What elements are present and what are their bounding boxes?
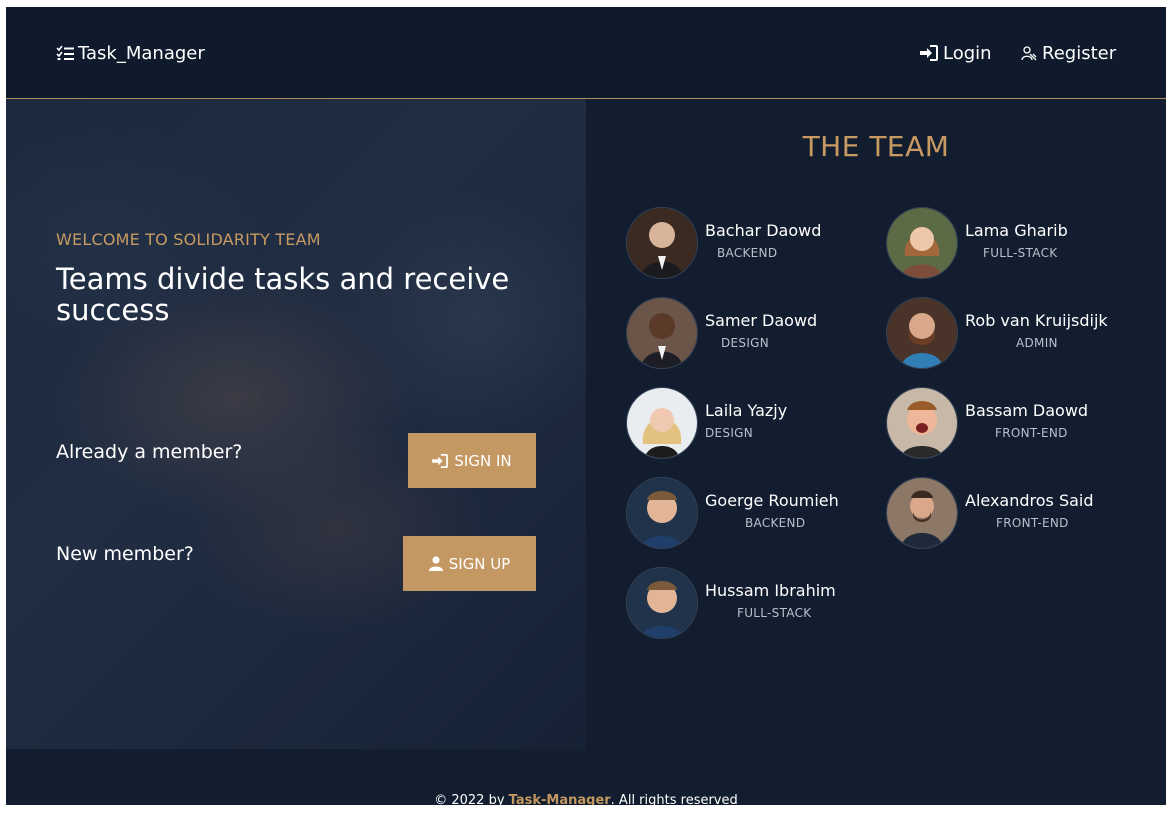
member-name: Laila Yazjy [705,401,788,420]
member-role: FULL-STACK [737,606,812,620]
user-plus-icon [1021,46,1037,61]
brand-label: Task_Manager [78,42,205,64]
avatar [886,477,958,549]
new-member-prompt: New member? [56,543,194,565]
team-section: THE TEAM Bachar Daowd BACKEND Lama Ghari… [586,99,1166,749]
avatar [626,387,698,459]
member-role: DESIGN [705,426,754,440]
nav-register-link[interactable]: Register [1021,41,1116,65]
hero-section: WELCOME TO SOLIDARITY TEAM Teams divide … [6,99,586,749]
member-role: FULL-STACK [983,246,1058,260]
footer-prefix: © 2022 by [434,793,509,805]
avatar [886,207,958,279]
team-member: Lama Gharib FULL-STACK [846,207,1096,279]
footer: © 2022 by Task-Manager. All rights reser… [6,749,1166,805]
nav-login-label: Login [943,42,992,64]
team-title: THE TEAM [802,130,950,163]
team-member: Bassam Daowd FRONT-END [846,387,1096,459]
member-role: DESIGN [721,336,770,350]
avatar [626,567,698,639]
member-prompt: Already a member? [56,441,243,463]
sign-up-button[interactable]: SIGN UP [403,536,536,591]
hero-eyebrow: WELCOME TO SOLIDARITY TEAM [56,230,321,249]
member-name: Goerge Roumieh [705,491,839,510]
hero-title: Teams divide tasks and receive success [56,262,510,327]
member-name: Samer Daowd [705,311,818,330]
member-name: Bachar Daowd [705,221,822,240]
member-role: FRONT-END [995,426,1068,440]
user-icon [428,556,443,571]
member-role: ADMIN [1016,336,1058,350]
team-member: Samer Daowd DESIGN [586,297,836,369]
navbar: Task_Manager Login Register [6,7,1166,99]
team-member: Goerge Roumieh BACKEND [586,477,839,549]
member-role: BACKEND [717,246,778,260]
footer-copyright: © 2022 by Task-Manager. All rights reser… [6,793,1166,805]
avatar [886,297,958,369]
brand-link[interactable]: Task_Manager [56,41,205,65]
checklist-icon [56,45,74,60]
team-member: Laila Yazjy DESIGN [586,387,836,459]
avatar [626,477,698,549]
member-name: Bassam Daowd [965,401,1089,420]
sign-in-label: SIGN IN [454,451,512,470]
page-frame: Task_Manager Login Register WELCOME TO S… [6,7,1166,805]
member-name: Alexandros Said [965,491,1094,510]
footer-suffix: . All rights reserved [610,793,738,805]
avatar [886,387,958,459]
member-name: Rob van Kruijsdijk [965,311,1108,330]
member-role: FRONT-END [996,516,1069,530]
footer-brand-link[interactable]: Task-Manager [509,793,611,805]
sign-up-label: SIGN UP [448,554,511,573]
nav-login-link[interactable]: Login [920,41,992,65]
nav-register-label: Register [1042,42,1117,64]
member-role: BACKEND [745,516,806,530]
team-member: Alexandros Said FRONT-END [846,477,1096,549]
team-member: Rob van Kruijsdijk ADMIN [846,297,1108,369]
avatar [626,207,698,279]
member-name: Lama Gharib [965,221,1068,240]
team-member: Hussam Ibrahim FULL-STACK [586,567,836,639]
team-member: Bachar Daowd BACKEND [586,207,836,279]
sign-in-button[interactable]: SIGN IN [408,433,536,488]
member-name: Hussam Ibrahim [705,581,836,600]
avatar [626,297,698,369]
sign-in-icon [432,453,449,468]
sign-in-icon [920,45,938,61]
